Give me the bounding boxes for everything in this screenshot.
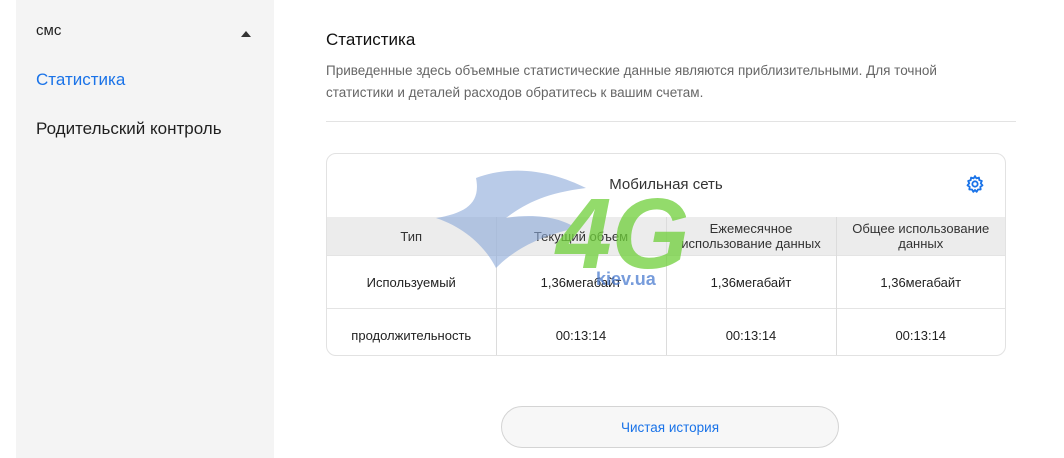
sidebar-item-sms[interactable]: смс: [36, 22, 254, 39]
mobile-network-card: Мобильная сеть Тип Текущий объем Ежемеся…: [326, 153, 1006, 356]
table-cell: 1,36мегабайт: [666, 255, 837, 309]
table-cell: Используемый: [327, 255, 497, 309]
column-header: Ежемесячное использование данных: [666, 217, 837, 256]
table-header-row: Тип Текущий объем Ежемесячное использова…: [327, 217, 1005, 256]
sidebar-item-parental-control[interactable]: Родительский контроль: [36, 119, 254, 139]
page-description: Приведенные здесь объемные статистически…: [326, 63, 937, 100]
gear-icon[interactable]: [965, 174, 985, 194]
chevron-up-icon[interactable]: [241, 31, 251, 37]
column-header: Текущий объем: [496, 217, 667, 256]
page-title: Статистика: [326, 30, 416, 49]
card-title: Мобильная сеть: [609, 176, 723, 193]
table-row: Используемый 1,36мегабайт 1,36мегабайт 1…: [327, 255, 1005, 309]
table-row: продолжительность 00:13:14 00:13:14 00:1…: [327, 308, 1005, 355]
column-header: Общее использование данных: [836, 217, 1005, 256]
clear-history-button[interactable]: Чистая история: [501, 406, 839, 448]
table-cell: 1,36мегабайт: [496, 255, 667, 309]
statistics-table: Тип Текущий объем Ежемесячное использова…: [327, 217, 1005, 355]
table-cell: 1,36мегабайт: [836, 255, 1005, 309]
table-cell: 00:13:14: [496, 308, 667, 355]
column-header: Тип: [327, 217, 497, 256]
table-cell: продолжительность: [327, 308, 497, 355]
divider: [326, 121, 1016, 122]
table-cell: 00:13:14: [836, 308, 1005, 355]
sidebar: смс Статистика Родительский контроль: [16, 0, 274, 458]
table-cell: 00:13:14: [666, 308, 837, 355]
sidebar-item-statistics[interactable]: Статистика: [36, 70, 254, 90]
